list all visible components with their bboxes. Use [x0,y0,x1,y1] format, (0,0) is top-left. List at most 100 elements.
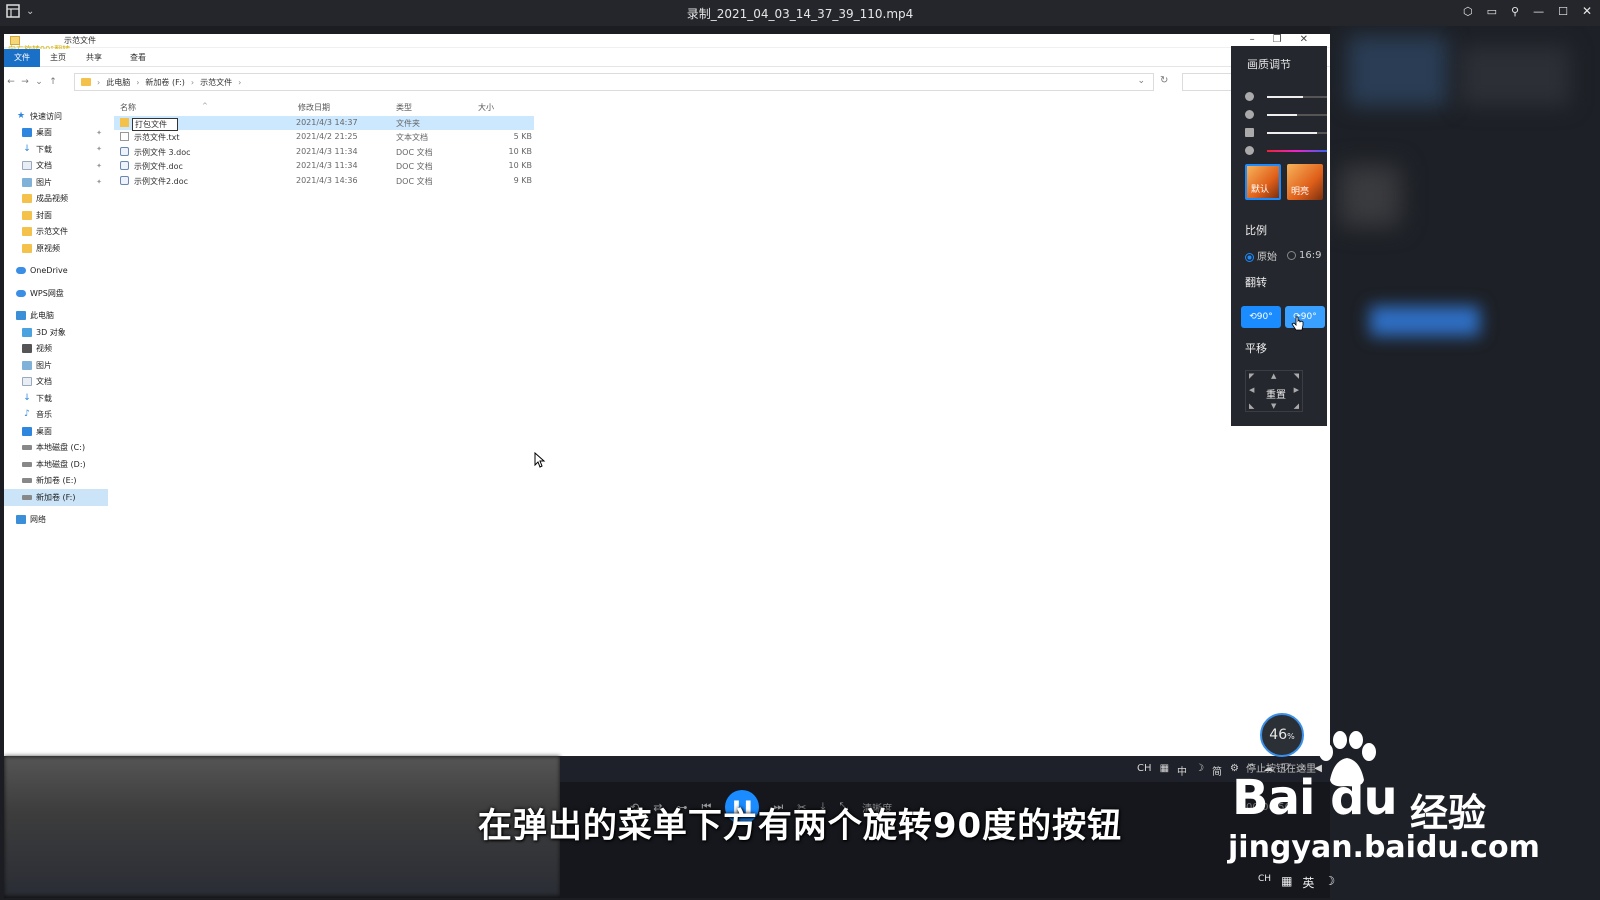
address-bar[interactable]: › 此电脑 › 新加卷 (F:) › 示范文件 › ⌄ [74,73,1154,91]
sidebar-item-finished-videos[interactable]: 成品视频 [4,191,108,208]
pin-icon[interactable]: ⚲ [1511,5,1519,18]
folder-icon [22,227,32,237]
restore-icon[interactable]: ❐ [1273,34,1282,45]
folder-icon [22,243,32,253]
sidebar-item-drive-c[interactable]: 本地磁盘 (C:) [4,440,108,457]
maximize-icon[interactable]: ☐ [1558,5,1568,18]
history-chevron-icon[interactable]: ⌄ [32,77,46,87]
sidebar-item-covers[interactable]: 封面 [4,207,108,224]
breadcrumb-drive-f[interactable]: 新加卷 (F:) [145,77,184,88]
sidebar-item-3d-objects[interactable]: 3D 对象 [4,324,108,341]
pan-up-left-button[interactable]: ◤ [1249,372,1254,380]
keyboard-icon[interactable]: ▦ [1160,763,1169,778]
sidebar-item-downloads[interactable]: ↓ 下载 ✦ [4,141,108,158]
sidebar-item-pictures-pc[interactable]: 图片 [4,357,108,374]
sidebar-item-this-pc[interactable]: 此电脑 [4,308,108,325]
pan-down-right-button[interactable]: ◢ [1294,402,1299,410]
moon-icon[interactable]: ☽ [1324,874,1335,891]
sidebar-item-wps-drive[interactable]: WPS网盘 [4,285,108,302]
rotate-left-button[interactable]: ⟲ 90° [1241,306,1281,328]
sidebar-item-music[interactable]: ♪ 音乐 [4,407,108,424]
column-type[interactable]: 类型 [396,102,412,113]
minimize-icon[interactable]: — [1533,5,1544,18]
back-icon[interactable]: ← [4,77,18,87]
preset-default[interactable]: 默认 [1245,164,1281,200]
pan-down-button[interactable]: ▼ [1271,402,1276,410]
ratio-16-9[interactable]: 16:9 [1287,250,1321,261]
pan-down-left-button[interactable]: ◣ [1249,402,1254,410]
ratio-original[interactable]: 原始 [1245,248,1277,263]
column-date[interactable]: 修改日期 [298,102,330,113]
sidebar-item-drive-f[interactable]: 新加卷 (F:) [4,489,108,506]
column-size[interactable]: 大小 [478,102,494,113]
close-icon[interactable]: ✕ [1300,34,1308,45]
chevron-down-icon[interactable]: ⌄ [1137,76,1145,86]
refresh-icon[interactable]: ↻ [1160,75,1168,86]
forward-icon[interactable]: → [18,77,32,87]
tab-file[interactable]: 文件 [4,48,40,67]
sidebar-item-videos[interactable]: 视频 [4,341,108,358]
video-frame[interactable]: 示范文件 – ❐ ✕ 向右旋转90°翻转 文件 主页 共享 查看 ← → ⌄ ↑… [4,34,1330,898]
pan-right-button[interactable]: ▶ [1294,386,1299,394]
sidebar-item-drive-e[interactable]: 新加卷 (E:) [4,473,108,490]
pin-icon: ✦ [96,161,102,170]
sidebar-item-documents-pc[interactable]: 文档 [4,374,108,391]
up-icon[interactable]: ↑ [46,77,60,87]
sidebar-item-raw-videos[interactable]: 原视频 [4,240,108,257]
download-icon: ↓ [23,143,31,154]
close-icon[interactable]: ✕ [1582,4,1592,18]
sidebar-item-onedrive[interactable]: OneDrive [4,263,108,280]
reset-button[interactable]: 重置 [1266,386,1286,401]
tray-ime[interactable]: 中 [1177,763,1187,778]
sidebar-item-documents[interactable]: 文档 ✦ [4,158,108,175]
sidebar-item-desktop-pc[interactable]: 桌面 [4,423,108,440]
tray-ime[interactable]: 英 [1302,874,1314,891]
screen-icon[interactable]: ▭ [1487,5,1497,18]
pan-up-button[interactable]: ▲ [1271,372,1276,380]
sidebar-item-quick-access[interactable]: ★ 快速访问 [4,108,108,125]
tray-lang[interactable]: CH [1258,874,1271,891]
cloud-icon [16,289,26,297]
cube-icon[interactable]: ⬡ [1463,5,1473,18]
doc-file-icon [120,161,129,171]
folder-icon [22,194,32,204]
breadcrumb-this-pc[interactable]: 此电脑 [106,77,130,88]
explorer-titlebar: 示范文件 – ❐ ✕ [4,34,1330,48]
file-row[interactable]: 示范文件.txt 2021/4/2 21:25 文本文档 5 KB [114,130,534,144]
breadcrumb-folder[interactable]: 示范文件 [200,77,232,88]
pan-left-button[interactable]: ◀ [1249,386,1254,394]
hue-slider[interactable] [1245,146,1327,156]
file-row[interactable]: 示例文件 3.doc 2021/4/3 11:34 DOC 文档 10 KB [114,145,534,159]
brightness-slider[interactable] [1245,92,1327,102]
picture-icon [22,360,32,370]
preset-bright[interactable]: 明亮 [1287,164,1323,200]
ratio-options: 原始 16:9 [1245,248,1321,263]
file-name: 示例文件2.doc [134,176,189,186]
sidebar-item-downloads-pc[interactable]: ↓ 下载 [4,390,108,407]
file-row[interactable]: 示例文件.doc 2021/4/3 11:34 DOC 文档 10 KB [114,159,534,173]
sort-caret-icon: ^ [202,102,208,110]
sidebar-item-network[interactable]: 网络 [4,512,108,529]
rename-input[interactable]: 打包文件 [132,118,178,131]
file-row[interactable]: 打包文件 2021/4/3 14:37 文件夹 [114,116,534,131]
tray-lang[interactable]: CH [1137,763,1152,778]
file-list: ^ 名称 修改日期 类型 大小 打包文件 2021/4/3 14:37 文件夹 … [114,98,534,188]
moon-icon[interactable]: ☽ [1195,763,1204,778]
sidebar-item-desktop[interactable]: 桌面 ✦ [4,125,108,142]
contrast-slider[interactable] [1245,110,1327,120]
file-explorer-window: 示范文件 – ❐ ✕ 向右旋转90°翻转 文件 主页 共享 查看 ← → ⌄ ↑… [4,34,1330,756]
sidebar-item-drive-d[interactable]: 本地磁盘 (D:) [4,456,108,473]
tab-view[interactable]: 查看 [120,49,156,67]
keyboard-icon[interactable]: ▦ [1281,874,1292,891]
navigation-pane: ★ 快速访问 桌面 ✦ ↓ 下载 ✦ 文档 ✦ 图片 ✦ 成品视频 封面 示范文件 原视频 … [4,108,108,528]
tab-home[interactable]: 主页 [40,49,76,67]
minimize-icon[interactable]: – [1250,34,1255,45]
pan-up-right-button[interactable]: ◥ [1294,372,1299,380]
sidebar-item-pictures[interactable]: 图片 ✦ [4,174,108,191]
sidebar-item-sample-files[interactable]: 示范文件 [4,224,108,241]
tab-share[interactable]: 共享 [76,49,112,67]
file-row[interactable]: 示例文件2.doc 2021/4/3 14:36 DOC 文档 9 KB [114,174,534,188]
tray-simplified[interactable]: 简 [1212,763,1222,778]
saturation-slider[interactable] [1245,128,1327,138]
column-name[interactable]: 名称 [120,102,136,113]
